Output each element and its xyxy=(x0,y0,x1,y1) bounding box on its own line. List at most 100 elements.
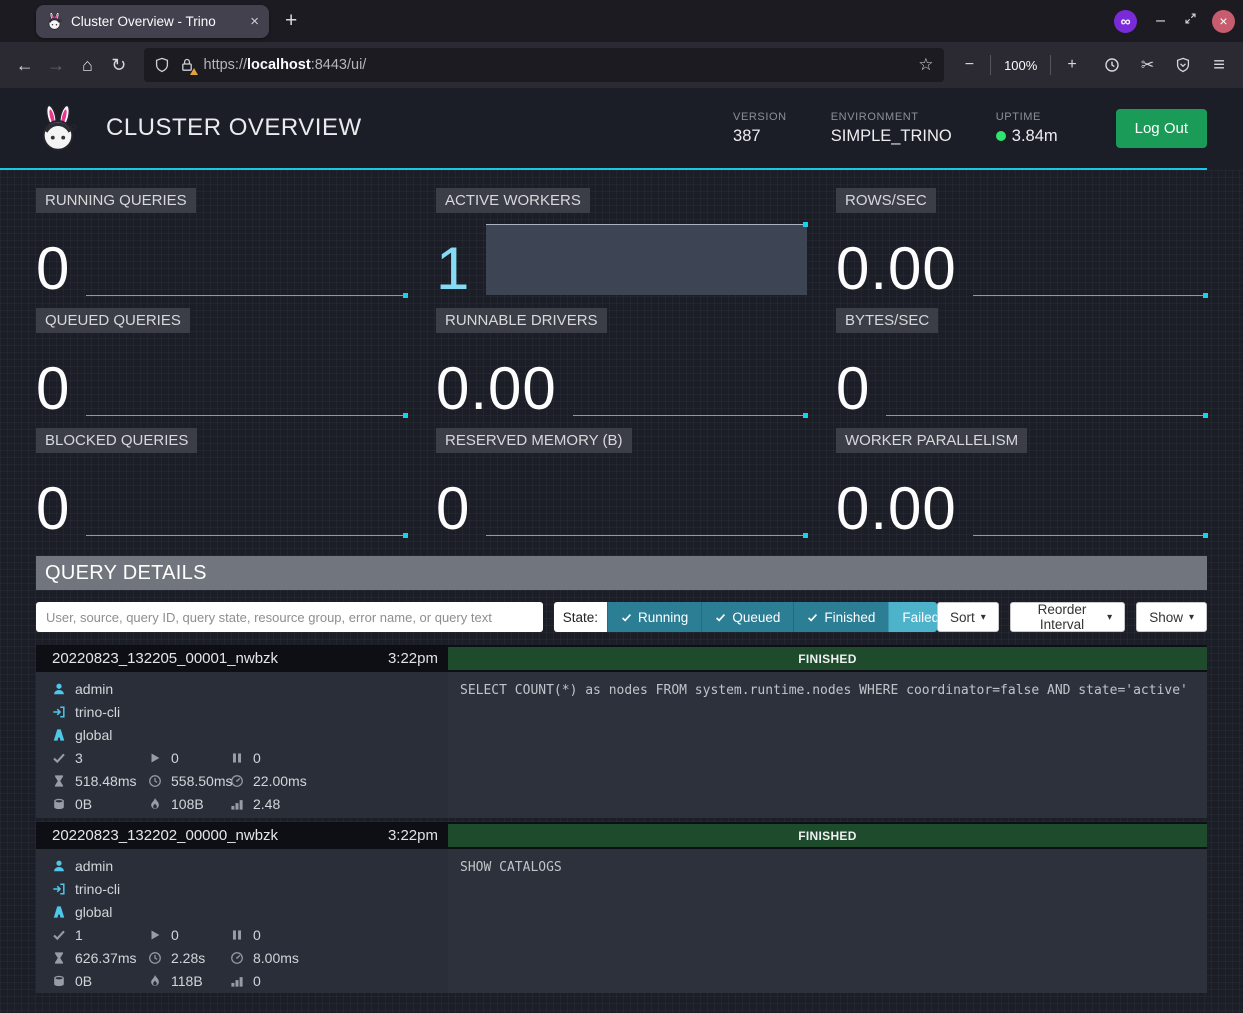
tracking-shield-icon[interactable] xyxy=(154,57,170,73)
current-memory-disk-icon xyxy=(52,797,66,811)
uptime-info: UPTIME 3.84m xyxy=(996,111,1058,146)
query-search-input[interactable] xyxy=(36,602,543,632)
version-info: VERSION 387 xyxy=(733,111,787,146)
sparkline-dot xyxy=(403,533,408,538)
menu-hamburger-icon[interactable]: ≡ xyxy=(1207,50,1231,80)
zoom-level[interactable]: 100% xyxy=(1000,58,1041,73)
sparkline-dot xyxy=(803,222,808,227)
sparkline xyxy=(86,463,407,536)
window-maximize-button[interactable] xyxy=(1184,12,1197,30)
trino-favicon xyxy=(46,12,63,30)
sparkline xyxy=(86,223,407,296)
sparkline-dot xyxy=(1203,293,1208,298)
sparkline xyxy=(573,343,807,416)
running-splits-play-icon xyxy=(148,928,162,942)
sparkline-dot xyxy=(803,413,808,418)
tab-title: Cluster Overview - Trino xyxy=(71,14,242,29)
dashboard: RUNNING QUERIES 0 ACTIVE WORKERS 1 ROWS/… xyxy=(0,170,1243,1013)
query-sql-text: SHOW CATALOGS xyxy=(460,860,562,875)
lock-warning-badge xyxy=(190,68,198,75)
logout-button[interactable]: Log Out xyxy=(1116,109,1207,148)
query-stats-panel: admin trino-cli global 3 0 0 518.48ms 55… xyxy=(36,672,448,818)
filter-failed-dropdown[interactable]: Failed ▾ xyxy=(888,602,937,632)
elapsed-time-clock-icon xyxy=(148,951,162,965)
browser-toolbar: ← → ⌂ ↻ https://localhost:8443/ui/ ☆ − 1… xyxy=(0,42,1243,88)
cpu-time-gauge-icon xyxy=(230,774,244,788)
app-header: CLUSTER OVERVIEW VERSION 387 ENVIRONMENT… xyxy=(0,88,1243,168)
reload-button[interactable]: ↻ xyxy=(106,50,131,80)
connection-lock-icon[interactable] xyxy=(179,57,195,73)
query-time: 3:22pm xyxy=(388,650,438,667)
parallelism-chart-icon xyxy=(230,797,244,811)
url-text[interactable]: https://localhost:8443/ui/ xyxy=(204,57,910,73)
check-icon xyxy=(807,612,818,623)
zoom-out-button[interactable]: − xyxy=(958,50,982,80)
peak-memory-flame-icon xyxy=(148,797,162,811)
toolbar-separator xyxy=(990,55,991,75)
url-bar[interactable]: https://localhost:8443/ui/ ☆ xyxy=(144,48,944,82)
check-icon xyxy=(715,612,726,623)
sparkline-dot xyxy=(403,413,408,418)
history-clock-icon[interactable] xyxy=(1100,50,1124,80)
source-signin-icon xyxy=(52,882,66,896)
query-id-link[interactable]: 20220823_132205_00001_nwbzk xyxy=(52,650,278,667)
filter-queued-button[interactable]: Queued xyxy=(701,602,793,632)
show-dropdown[interactable]: Show ▾ xyxy=(1136,602,1207,632)
query-status-bar: FINISHED xyxy=(448,647,1207,670)
protections-shield-icon[interactable] xyxy=(1171,50,1195,80)
window-minimize-button[interactable]: – xyxy=(1152,12,1169,30)
sort-dropdown[interactable]: Sort ▾ xyxy=(937,602,999,632)
reorder-interval-dropdown[interactable]: Reorder Interval ▾ xyxy=(1010,602,1125,632)
filter-running-button[interactable]: Running xyxy=(607,602,701,632)
sparkline xyxy=(886,343,1207,416)
chevron-down-icon: ▾ xyxy=(981,612,986,623)
filter-finished-button[interactable]: Finished xyxy=(793,602,888,632)
query-sql-panel: SHOW CATALOGS xyxy=(448,849,1207,993)
tab-close-icon[interactable]: × xyxy=(250,14,259,29)
stat-tile-runnable-drivers: RUNNABLE DRIVERS 0.00 xyxy=(436,308,807,416)
stat-tile-rows-sec: ROWS/SEC 0.00 xyxy=(836,188,1207,296)
wall-time-hourglass-icon xyxy=(52,951,66,965)
state-filter-label: State: xyxy=(554,602,607,632)
query-card: 20220823_132202_00000_nwbzk 3:22pm FINIS… xyxy=(36,822,1207,993)
cpu-time-gauge-icon xyxy=(230,951,244,965)
user-icon xyxy=(52,682,66,696)
current-memory-disk-icon xyxy=(52,974,66,988)
query-sql-text: SELECT COUNT(*) as nodes FROM system.run… xyxy=(460,683,1188,698)
sparkline-dot xyxy=(1203,533,1208,538)
forward-button: → xyxy=(43,50,68,80)
stat-tile-bytes-sec: BYTES/SEC 0 xyxy=(836,308,1207,416)
source-signin-icon xyxy=(52,705,66,719)
stat-tile-worker-parallelism: WORKER PARALLELISM 0.00 xyxy=(836,428,1207,536)
uptime-status-dot xyxy=(996,131,1006,141)
query-sql-panel: SELECT COUNT(*) as nodes FROM system.run… xyxy=(448,672,1207,818)
queued-splits-pause-icon xyxy=(230,751,244,765)
stat-tile-running-queries: RUNNING QUERIES 0 xyxy=(36,188,407,296)
sparkline xyxy=(973,223,1207,296)
chevron-down-icon: ▾ xyxy=(1189,612,1194,623)
check-icon xyxy=(621,612,632,623)
bookmark-star-icon[interactable]: ☆ xyxy=(918,55,933,75)
sparkline xyxy=(486,463,807,536)
home-button[interactable]: ⌂ xyxy=(75,50,100,80)
sparkline xyxy=(973,463,1207,536)
back-button[interactable]: ← xyxy=(12,50,37,80)
stat-tiles-grid: RUNNING QUERIES 0 ACTIVE WORKERS 1 ROWS/… xyxy=(36,188,1207,536)
page-title: CLUSTER OVERVIEW xyxy=(106,114,362,142)
stat-tile-blocked-queries: BLOCKED QUERIES 0 xyxy=(36,428,407,536)
zoom-in-button[interactable]: + xyxy=(1060,50,1084,80)
browser-tab[interactable]: Cluster Overview - Trino × xyxy=(36,5,269,38)
browser-tab-bar: Cluster Overview - Trino × + ∞ – × xyxy=(0,0,1243,42)
state-filter-group: State: Running Queued Finished Failed ▾ xyxy=(554,602,937,632)
screenshot-scissors-icon[interactable]: ✂ xyxy=(1136,50,1160,80)
query-stats-panel: admin trino-cli global 1 0 0 626.37ms 2.… xyxy=(36,849,448,993)
queued-splits-pause-icon xyxy=(230,928,244,942)
user-icon xyxy=(52,859,66,873)
private-browsing-icon: ∞ xyxy=(1114,10,1137,33)
query-id-link[interactable]: 20220823_132202_00000_nwbzk xyxy=(52,827,278,844)
window-close-button[interactable]: × xyxy=(1212,10,1235,33)
resource-group-road-icon xyxy=(52,905,66,919)
new-tab-button[interactable]: + xyxy=(285,9,297,33)
sparkline-area xyxy=(486,224,807,295)
elapsed-time-clock-icon xyxy=(148,774,162,788)
